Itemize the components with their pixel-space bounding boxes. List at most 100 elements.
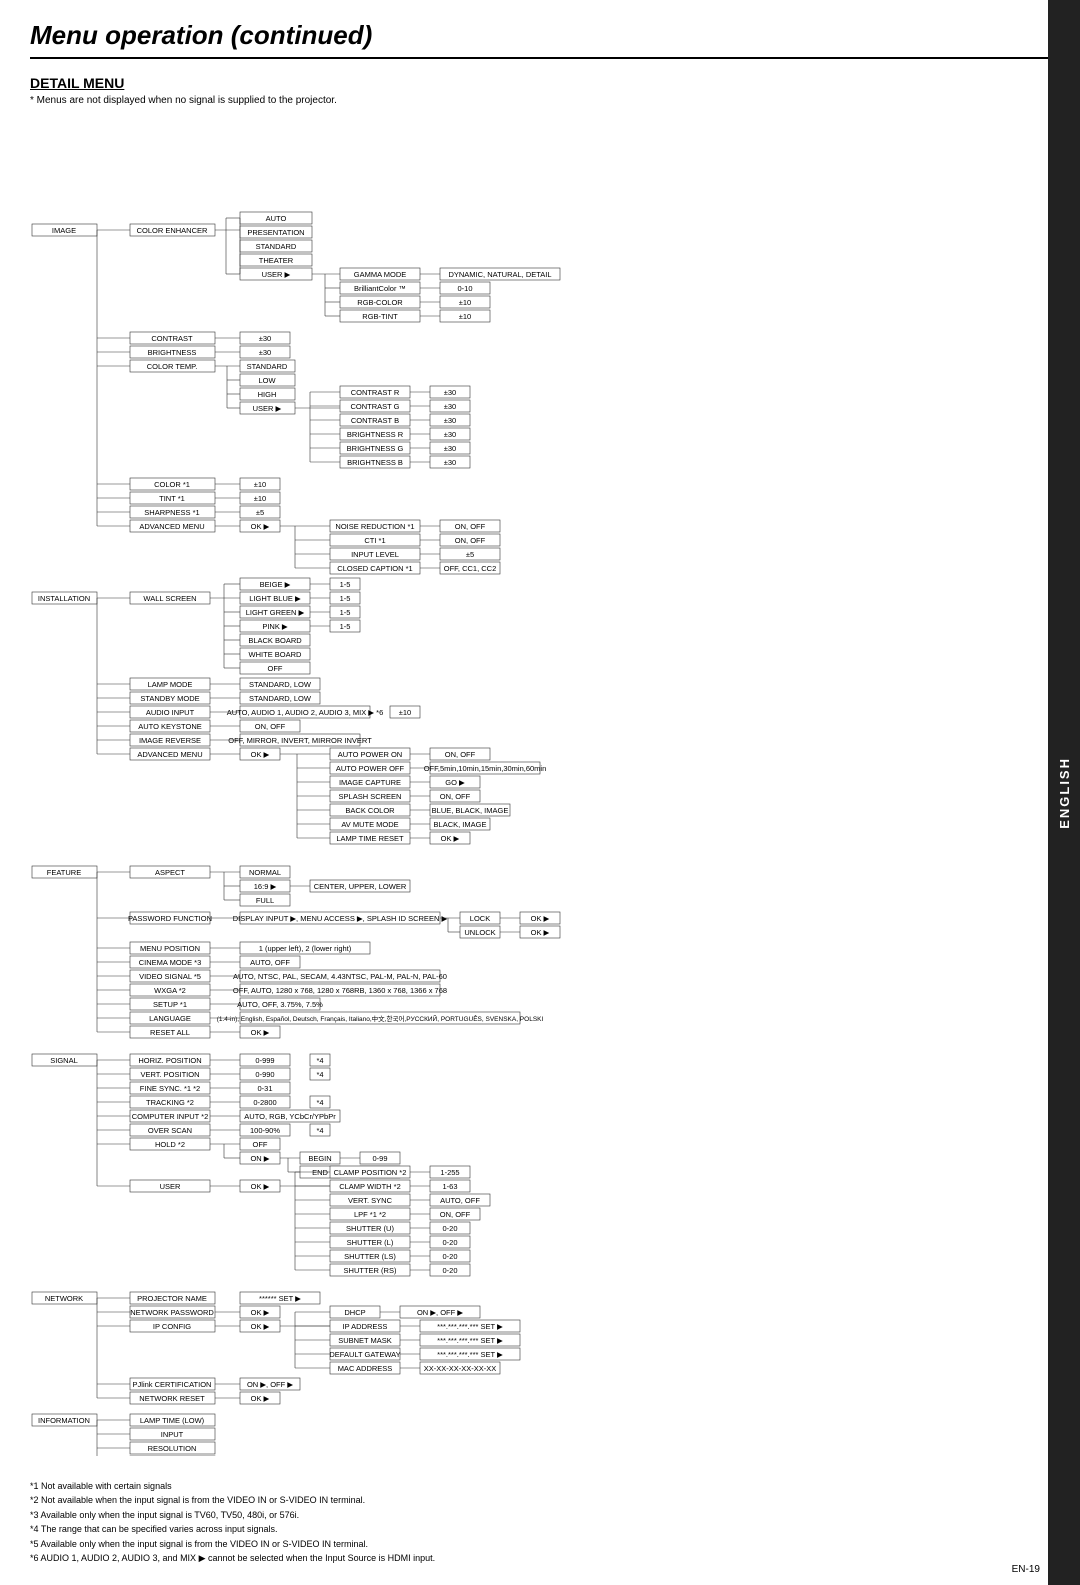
svg-text:±10: ±10 bbox=[254, 494, 266, 503]
svg-text:RESET ALL: RESET ALL bbox=[150, 1028, 190, 1037]
svg-text:CONTRAST: CONTRAST bbox=[151, 334, 193, 343]
svg-text:TRACKING *2: TRACKING *2 bbox=[146, 1098, 194, 1107]
svg-text:COLOR *1: COLOR *1 bbox=[154, 480, 190, 489]
svg-text:ON ▶, OFF ▶: ON ▶, OFF ▶ bbox=[247, 1380, 294, 1389]
svg-text:NOISE REDUCTION *1: NOISE REDUCTION *1 bbox=[335, 522, 414, 531]
svg-text:OK ▶: OK ▶ bbox=[251, 1308, 271, 1317]
svg-text:MAC ADDRESS: MAC ADDRESS bbox=[338, 1364, 393, 1373]
footnote-3: *3 Available only when the input signal … bbox=[30, 1508, 1050, 1522]
footnote-6: *6 AUDIO 1, AUDIO 2, AUDIO 3, and MIX ▶ … bbox=[30, 1551, 1050, 1565]
footnote-4: *4 The range that can be specified varie… bbox=[30, 1522, 1050, 1536]
svg-text:1-5: 1-5 bbox=[340, 622, 351, 631]
svg-text:0-31: 0-31 bbox=[257, 1084, 272, 1093]
svg-text:IP ADDRESS: IP ADDRESS bbox=[343, 1322, 388, 1331]
svg-text:PINK ▶: PINK ▶ bbox=[262, 622, 289, 631]
svg-text:0-10: 0-10 bbox=[457, 284, 472, 293]
svg-text:STANDARD: STANDARD bbox=[256, 242, 297, 251]
page-container: ENGLISH Menu operation (continued) DETAI… bbox=[0, 0, 1080, 1585]
svg-text:VIDEO SIGNAL *5: VIDEO SIGNAL *5 bbox=[139, 972, 201, 981]
svg-text:1-5: 1-5 bbox=[340, 594, 351, 603]
svg-text:COLOR TEMP.: COLOR TEMP. bbox=[147, 362, 198, 371]
svg-text:OK ▶: OK ▶ bbox=[531, 914, 551, 923]
svg-text:LIGHT BLUE ▶: LIGHT BLUE ▶ bbox=[249, 594, 302, 603]
svg-text:±30: ±30 bbox=[259, 348, 271, 357]
svg-text:WHITE BOARD: WHITE BOARD bbox=[249, 650, 303, 659]
svg-text:STANDARD, LOW: STANDARD, LOW bbox=[249, 694, 312, 703]
svg-text:THEATER: THEATER bbox=[259, 256, 294, 265]
svg-text:*4: *4 bbox=[316, 1126, 323, 1135]
svg-text:0-999: 0-999 bbox=[255, 1056, 274, 1065]
svg-text:SHUTTER (L): SHUTTER (L) bbox=[347, 1238, 394, 1247]
svg-text:SUBNET MASK: SUBNET MASK bbox=[338, 1336, 392, 1345]
svg-text:LAMP MODE: LAMP MODE bbox=[148, 680, 193, 689]
svg-text:0-20: 0-20 bbox=[442, 1238, 457, 1247]
svg-text:AUDIO INPUT: AUDIO INPUT bbox=[146, 708, 195, 717]
svg-text:±30: ±30 bbox=[444, 402, 456, 411]
svg-text:±30: ±30 bbox=[444, 430, 456, 439]
svg-text:USER: USER bbox=[160, 1182, 181, 1191]
svg-text:RGB-COLOR: RGB-COLOR bbox=[357, 298, 403, 307]
svg-text:100-90%: 100-90% bbox=[250, 1126, 280, 1135]
svg-text:IMAGE: IMAGE bbox=[52, 226, 76, 235]
svg-text:LIGHT GREEN ▶: LIGHT GREEN ▶ bbox=[246, 608, 306, 617]
menu-tree-svg: text { font-family: Arial, sans-serif; f… bbox=[30, 116, 1010, 1456]
svg-text:FULL: FULL bbox=[256, 896, 274, 905]
svg-text:0-20: 0-20 bbox=[442, 1266, 457, 1275]
svg-text:ON, OFF: ON, OFF bbox=[445, 750, 476, 759]
svg-text:XX-XX-XX-XX-XX-XX: XX-XX-XX-XX-XX-XX bbox=[424, 1364, 497, 1373]
svg-text:LANGUAGE: LANGUAGE bbox=[149, 1014, 191, 1023]
svg-text:PASSWORD FUNCTION: PASSWORD FUNCTION bbox=[128, 914, 212, 923]
svg-text:COLOR ENHANCER: COLOR ENHANCER bbox=[137, 226, 208, 235]
svg-text:AUTO, AUDIO 1, AUDIO 2, AUDIO: AUTO, AUDIO 1, AUDIO 2, AUDIO 3, MIX ▶ *… bbox=[227, 708, 384, 717]
svg-text:±30: ±30 bbox=[259, 334, 271, 343]
svg-text:BEGIN: BEGIN bbox=[308, 1154, 331, 1163]
svg-text:OK ▶: OK ▶ bbox=[251, 1394, 271, 1403]
svg-text:BRIGHTNESS R: BRIGHTNESS R bbox=[347, 430, 404, 439]
svg-text:STANDARD, LOW: STANDARD, LOW bbox=[249, 680, 312, 689]
svg-text:VERT. POSITION: VERT. POSITION bbox=[140, 1070, 199, 1079]
svg-text:NETWORK PASSWORD: NETWORK PASSWORD bbox=[130, 1308, 214, 1317]
svg-text:OVER SCAN: OVER SCAN bbox=[148, 1126, 192, 1135]
svg-text:RGB-TINT: RGB-TINT bbox=[362, 312, 398, 321]
svg-text:LOW: LOW bbox=[258, 376, 276, 385]
svg-text:USER ▶: USER ▶ bbox=[253, 404, 283, 413]
svg-text:0-990: 0-990 bbox=[255, 1070, 274, 1079]
svg-text:***.***.***.*** SET ▶: ***.***.***.*** SET ▶ bbox=[437, 1350, 504, 1359]
svg-text:AV MUTE MODE: AV MUTE MODE bbox=[341, 820, 398, 829]
svg-text:UNLOCK: UNLOCK bbox=[464, 928, 495, 937]
svg-text:OFF,5min,10min,15min,30min,60m: OFF,5min,10min,15min,30min,60min bbox=[424, 764, 547, 773]
svg-text:±10: ±10 bbox=[459, 298, 471, 307]
svg-text:IP CONFIG: IP CONFIG bbox=[153, 1322, 191, 1331]
svg-text:0-20: 0-20 bbox=[442, 1224, 457, 1233]
svg-text:SHARPNESS *1: SHARPNESS *1 bbox=[144, 508, 199, 517]
svg-text:CONTRAST R: CONTRAST R bbox=[351, 388, 400, 397]
svg-text:BLACK BOARD: BLACK BOARD bbox=[248, 636, 302, 645]
svg-text:FINE SYNC. *1 *2: FINE SYNC. *1 *2 bbox=[140, 1084, 200, 1093]
svg-text:LAMP TIME RESET: LAMP TIME RESET bbox=[336, 834, 404, 843]
svg-text:ON, OFF: ON, OFF bbox=[255, 722, 286, 731]
svg-text:SETUP *1: SETUP *1 bbox=[153, 1000, 187, 1009]
svg-text:OFF, CC1, CC2: OFF, CC1, CC2 bbox=[444, 564, 497, 573]
svg-text:VERT. SYNC: VERT. SYNC bbox=[348, 1196, 393, 1205]
svg-text:BRIGHTNESS: BRIGHTNESS bbox=[148, 348, 197, 357]
svg-text:END: END bbox=[312, 1168, 328, 1177]
svg-text:CENTER, UPPER, LOWER: CENTER, UPPER, LOWER bbox=[314, 882, 407, 891]
svg-text:HORIZ. POSITION: HORIZ. POSITION bbox=[138, 1056, 201, 1065]
svg-text:IMAGE CAPTURE: IMAGE CAPTURE bbox=[339, 778, 401, 787]
svg-text:BrilliantColor ™: BrilliantColor ™ bbox=[354, 284, 406, 293]
svg-text:COMPUTER INPUT *2: COMPUTER INPUT *2 bbox=[132, 1112, 209, 1121]
svg-text:ON ▶: ON ▶ bbox=[250, 1154, 270, 1163]
svg-text:ON, OFF: ON, OFF bbox=[455, 536, 486, 545]
svg-text:±30: ±30 bbox=[444, 458, 456, 467]
svg-text:OK ▶: OK ▶ bbox=[531, 928, 551, 937]
svg-text:USER ▶: USER ▶ bbox=[262, 270, 292, 279]
svg-text:NETWORK RESET: NETWORK RESET bbox=[139, 1394, 205, 1403]
svg-text:OFF: OFF bbox=[268, 664, 283, 673]
svg-text:1-255: 1-255 bbox=[440, 1168, 459, 1177]
svg-text:ON, OFF: ON, OFF bbox=[440, 792, 471, 801]
svg-text:AUTO, OFF, 3.75%, 7.5%: AUTO, OFF, 3.75%, 7.5% bbox=[237, 1000, 323, 1009]
svg-text:***.***.***.*** SET ▶: ***.***.***.*** SET ▶ bbox=[437, 1322, 504, 1331]
svg-text:SHUTTER (LS): SHUTTER (LS) bbox=[344, 1252, 396, 1261]
svg-text:HOLD *2: HOLD *2 bbox=[155, 1140, 185, 1149]
svg-text:±30: ±30 bbox=[444, 388, 456, 397]
